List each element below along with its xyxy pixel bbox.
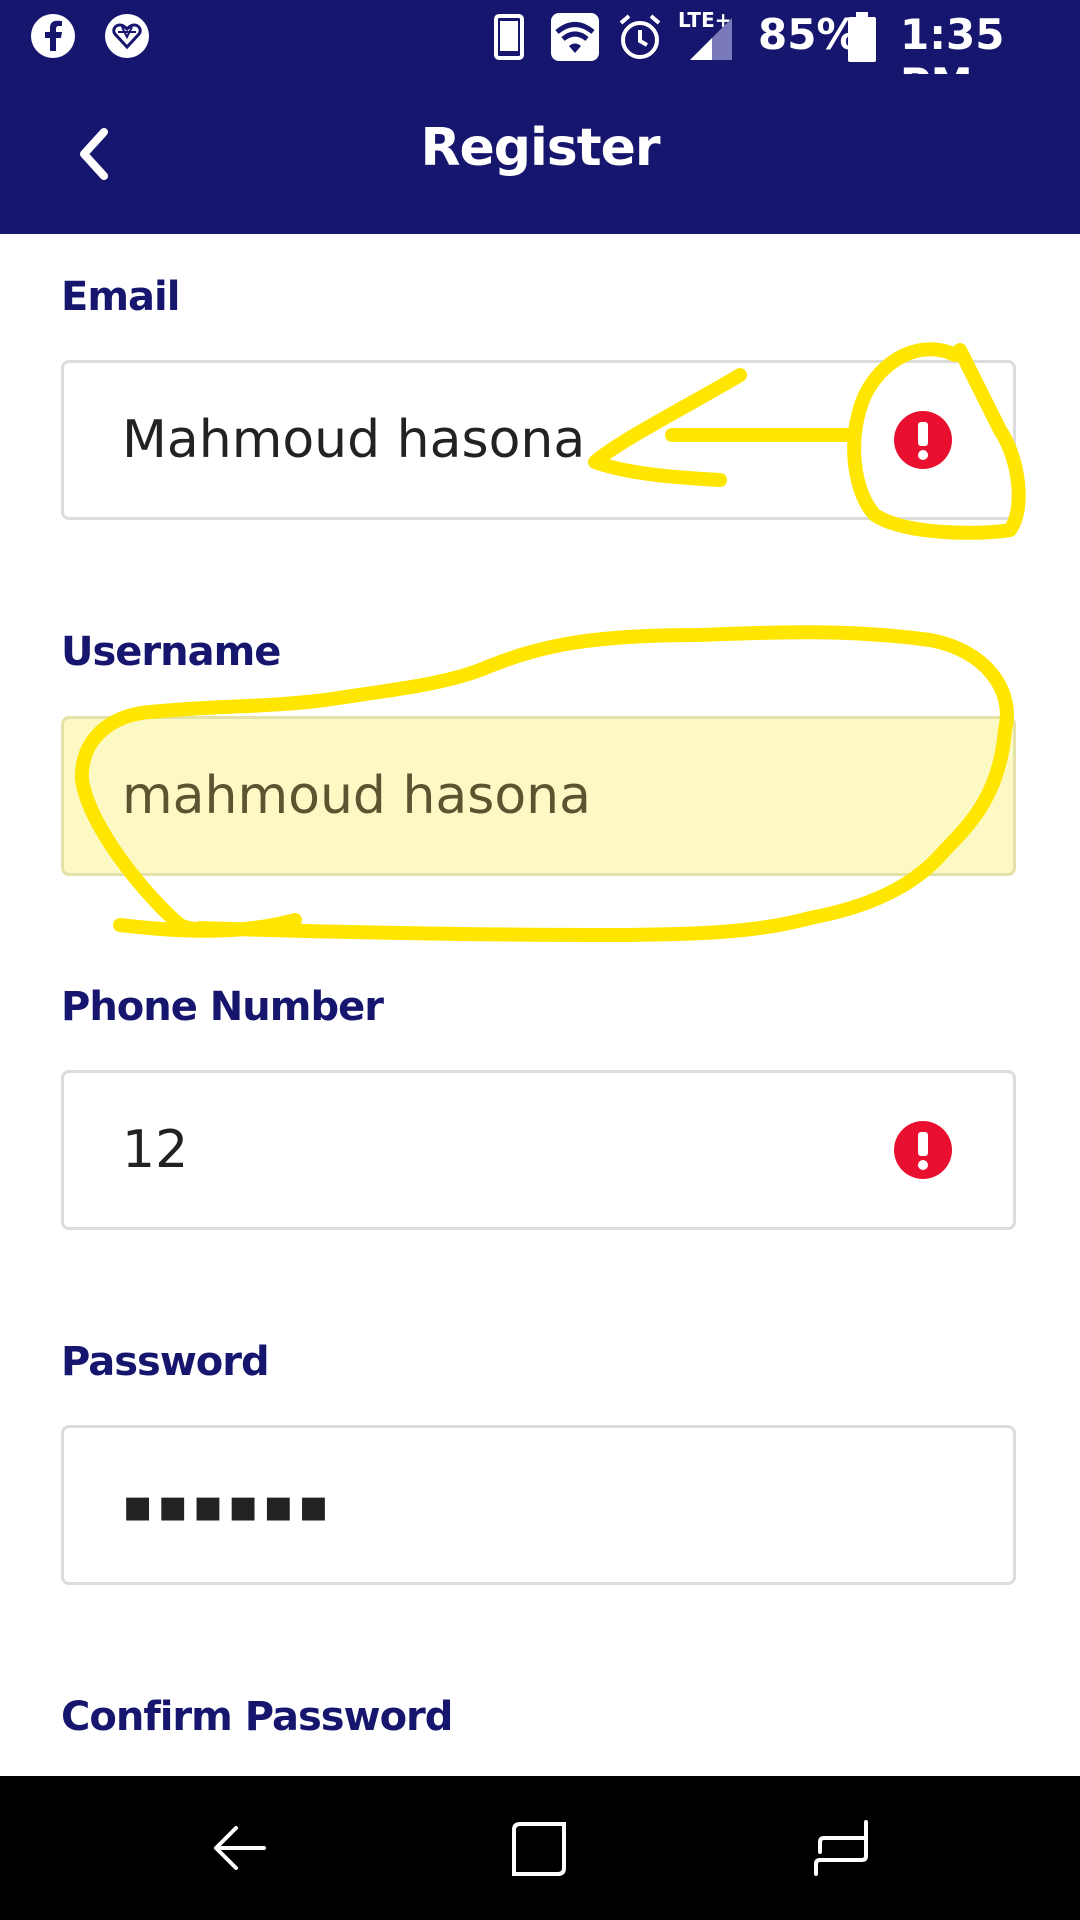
alarm-icon [619,14,661,59]
username-field[interactable]: mahmoud hasona [61,716,1016,876]
home-nav-icon[interactable] [510,1818,568,1878]
email-field[interactable]: Mahmoud hasona [61,360,1016,520]
email-label: Email [61,274,180,320]
phone-icon [494,14,524,60]
password-label: Password [61,1339,270,1385]
password-value: ▪▪▪▪▪▪ [122,1478,334,1532]
error-icon [894,1121,952,1179]
app-bar: Register [0,74,1080,234]
battery-percent: 85% [758,10,859,59]
phone-value: 12 [122,1120,189,1180]
signal-icon [690,18,732,60]
page-title: Register [420,118,660,178]
password-field[interactable]: ▪▪▪▪▪▪ [61,1425,1016,1585]
phone-field[interactable]: 12 [61,1070,1016,1230]
username-value: mahmoud hasona [122,766,591,826]
status-bar: LTE+ 85% 1:35 PM [0,0,1080,108]
confirm-password-label: Confirm Password [61,1694,453,1740]
error-icon [894,411,952,469]
system-nav-bar [0,1776,1080,1920]
register-form: Email Mahmoud hasona Username mahmoud ha… [0,234,1080,1776]
phone-label: Phone Number [61,984,384,1030]
email-value: Mahmoud hasona [122,410,586,470]
heart-app-icon [105,14,149,58]
battery-icon [848,12,876,62]
wifi-icon [551,13,599,61]
facebook-icon [31,14,75,58]
recents-nav-icon[interactable] [812,1818,870,1878]
back-nav-icon[interactable] [212,1820,268,1876]
username-label: Username [61,629,281,675]
